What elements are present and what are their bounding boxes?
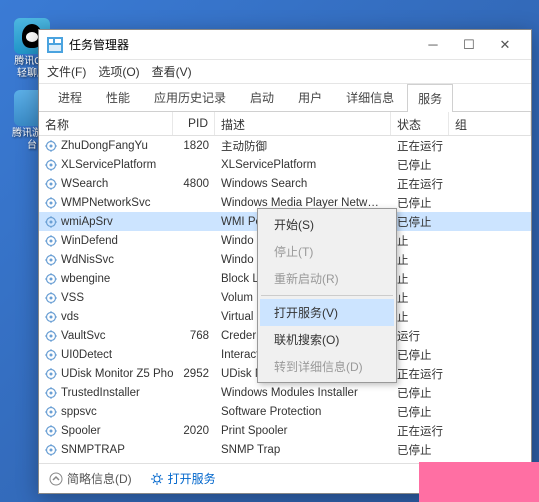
menu-item: 转到详细信息(D): [260, 353, 394, 380]
menu-item[interactable]: 开始(S): [260, 211, 394, 238]
tab-0[interactable]: 进程: [47, 83, 93, 111]
column-desc[interactable]: 描述: [215, 112, 391, 135]
column-name[interactable]: 名称: [39, 112, 173, 135]
minimize-button[interactable]: ─: [415, 31, 451, 59]
brief-info-button[interactable]: 简略信息(D): [49, 470, 132, 487]
menubar: 文件(F) 选项(O) 查看(V): [39, 60, 531, 84]
column-group[interactable]: 组: [449, 112, 531, 135]
window-title: 任务管理器: [69, 36, 415, 53]
close-button[interactable]: ✕: [487, 31, 523, 59]
gear-icon: [150, 472, 164, 486]
column-pid[interactable]: PID: [173, 112, 215, 135]
menu-item[interactable]: 联机搜索(O): [260, 326, 394, 353]
tabs: 进程性能应用历史记录启动用户详细信息服务: [39, 84, 531, 112]
tab-2[interactable]: 应用历史记录: [143, 83, 237, 111]
menu-item: 重新启动(R): [260, 265, 394, 292]
menu-separator: [261, 295, 393, 296]
tab-3[interactable]: 启动: [239, 83, 285, 111]
open-services-link[interactable]: 打开服务: [150, 470, 216, 487]
table-row[interactable]: SNMPTRAPSNMP Trap已停止: [39, 440, 531, 459]
tab-4[interactable]: 用户: [287, 83, 333, 111]
table-row[interactable]: ZhuDongFangYu1820主动防御正在运行: [39, 136, 531, 155]
table-header: 名称 PID 描述 状态 组: [39, 112, 531, 136]
table-row[interactable]: sppsvcSoftware Protection已停止: [39, 402, 531, 421]
menu-view[interactable]: 查看(V): [152, 63, 192, 80]
tab-1[interactable]: 性能: [95, 83, 141, 111]
table-row[interactable]: WSearch4800Windows Search正在运行: [39, 174, 531, 193]
table-row[interactable]: Spooler2020Print Spooler正在运行: [39, 421, 531, 440]
column-status[interactable]: 状态: [391, 112, 449, 135]
overlay-block: [419, 462, 539, 502]
context-menu: 开始(S)停止(T)重新启动(R) 打开服务(V)联机搜索(O)转到详细信息(D): [257, 208, 397, 383]
table-row[interactable]: XLServicePlatformXLServicePlatform已停止: [39, 155, 531, 174]
chevron-up-icon: [49, 472, 63, 486]
menu-options[interactable]: 选项(O): [98, 63, 139, 80]
menu-file[interactable]: 文件(F): [47, 63, 86, 80]
tab-5[interactable]: 详细信息: [335, 83, 405, 111]
menu-item[interactable]: 打开服务(V): [260, 299, 394, 326]
menu-item: 停止(T): [260, 238, 394, 265]
table-row[interactable]: TrustedInstallerWindows Modules Installe…: [39, 383, 531, 402]
app-icon: [47, 37, 63, 53]
maximize-button[interactable]: ☐: [451, 31, 487, 59]
task-manager-window: 任务管理器 ─ ☐ ✕ 文件(F) 选项(O) 查看(V) 进程性能应用历史记录…: [38, 29, 532, 494]
tab-6[interactable]: 服务: [407, 84, 453, 112]
titlebar: 任务管理器 ─ ☐ ✕: [39, 30, 531, 60]
